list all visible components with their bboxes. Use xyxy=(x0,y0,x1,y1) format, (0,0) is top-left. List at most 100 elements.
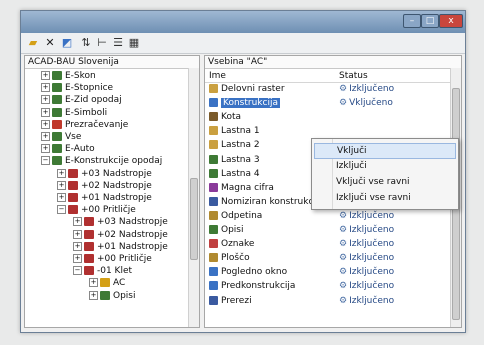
expand-toggle[interactable]: + xyxy=(73,254,82,263)
tree-scrollbar[interactable] xyxy=(188,68,199,327)
expand-toggle[interactable]: + xyxy=(41,83,50,93)
expand-toggle[interactable]: + xyxy=(89,278,98,288)
list-row[interactable]: Pogledno okno ⚙ Izključeno xyxy=(205,266,451,278)
list-row[interactable]: Opisi ⚙ Izključeno xyxy=(205,224,451,236)
folder-icon[interactable]: ▰ xyxy=(26,36,40,50)
sort-icon[interactable]: ⇅ xyxy=(79,36,93,50)
list-row[interactable]: Konstrukcija ⚙ Vključeno xyxy=(205,97,451,109)
status-gear-icon: ⚙ xyxy=(339,295,348,306)
tree-item[interactable]: + +02 Nadstropje xyxy=(57,180,152,192)
list-row[interactable]: Lastna 1 xyxy=(205,125,451,137)
layer-status[interactable]: ⚙Izključeno xyxy=(339,210,394,222)
properties-icon[interactable]: ◩ xyxy=(60,36,74,50)
tree-item-label: +02 Nadstropje xyxy=(97,229,168,240)
expand-toggle[interactable]: + xyxy=(57,168,66,178)
expand-toggle[interactable]: + xyxy=(41,95,50,105)
expand-toggle[interactable]: + xyxy=(73,217,82,227)
layer-group-icon xyxy=(84,241,94,251)
expand-toggle[interactable]: + xyxy=(57,180,66,190)
tree-item[interactable]: + Opisi xyxy=(89,290,136,302)
expand-toggle[interactable]: + xyxy=(73,241,82,251)
tree-item[interactable]: + +01 Nadstropje xyxy=(57,192,152,204)
tree-item[interactable]: − -01 Klet xyxy=(73,265,132,277)
tree-item[interactable]: + E-Skon xyxy=(41,70,96,82)
close-button[interactable]: x xyxy=(439,14,463,28)
column-name[interactable]: Ime xyxy=(209,70,226,82)
tree-item[interactable]: + AC xyxy=(89,277,125,289)
list-row[interactable]: Predkonstrukcija ⚙ Izključeno xyxy=(205,280,451,292)
tree-item[interactable]: + +00 Pritličje xyxy=(73,253,152,265)
layer-icon xyxy=(209,140,218,150)
tree-item[interactable]: + Vse xyxy=(41,131,81,143)
expand-toggle[interactable]: + xyxy=(89,290,98,300)
layer-status[interactable]: ⚙Izključeno xyxy=(339,266,394,278)
tree-item[interactable]: + +01 Nadstropje xyxy=(73,241,168,253)
tree-item-label: E-Skon xyxy=(65,71,96,81)
list-row[interactable]: Oznake ⚙ Izključeno xyxy=(205,238,451,250)
list-row[interactable]: Ploščo ⚙ Izključeno xyxy=(205,252,451,264)
context-menu-item[interactable]: Izključi xyxy=(336,159,367,173)
layer-icon xyxy=(209,112,218,122)
tree-item[interactable]: − E-Konstrukcije opodaj xyxy=(41,155,162,167)
tree-item-label: E-Simboli xyxy=(65,107,108,118)
expand-toggle[interactable]: + xyxy=(41,119,50,129)
layer-status[interactable]: ⚙Izključeno xyxy=(339,295,394,307)
tree-item[interactable]: + E-Zid opodaj xyxy=(41,94,122,106)
column-status[interactable]: Status xyxy=(339,70,368,82)
status-text: Izključeno xyxy=(349,267,395,278)
title-bar[interactable]: – □ x xyxy=(21,11,465,33)
expand-toggle[interactable]: + xyxy=(41,107,50,117)
layer-status[interactable]: ⚙ Vključeno xyxy=(339,97,393,109)
tree-item[interactable]: + E-Stopnice xyxy=(41,82,113,94)
expand-toggle[interactable]: − xyxy=(41,156,50,166)
delete-icon[interactable]: ✕ xyxy=(43,36,57,50)
tree-item[interactable]: + E-Auto xyxy=(41,143,95,155)
tree-item[interactable]: + +03 Nadstropje xyxy=(57,168,152,180)
layer-status[interactable]: ⚙Izključeno xyxy=(339,224,394,236)
expand-toggle[interactable]: + xyxy=(41,132,50,141)
status-gear-icon: ⚙ xyxy=(339,98,348,109)
list-row[interactable]: Delovni raster ⚙ Izključeno xyxy=(205,83,451,95)
layer-status[interactable]: ⚙Izključeno xyxy=(339,238,394,250)
layer-name-text: Delovni raster xyxy=(221,84,285,94)
context-menu-item[interactable]: Vključi xyxy=(314,143,456,159)
layer-status[interactable]: ⚙Izključeno xyxy=(339,252,394,264)
tree-item[interactable]: + Prezračevanje xyxy=(41,119,128,131)
tree-item-label: +03 Nadstropje xyxy=(97,217,168,228)
tree-view-icon[interactable]: ⊢ xyxy=(95,36,109,50)
expand-toggle[interactable]: + xyxy=(41,71,50,80)
list-view-icon[interactable]: ☰ xyxy=(111,36,125,50)
layer-status[interactable]: ⚙Izključeno xyxy=(339,280,394,292)
tree-item-label: +00 Pritličje xyxy=(81,205,136,216)
tree-scroll-thumb[interactable] xyxy=(190,178,198,260)
expand-toggle[interactable]: + xyxy=(57,193,66,202)
context-menu-item[interactable]: Vključi vse ravni xyxy=(336,175,410,189)
layer-group-icon xyxy=(52,107,62,117)
context-menu-item[interactable]: Izključi vse ravni xyxy=(336,191,411,205)
list-row[interactable]: Prerezi ⚙ Izključeno xyxy=(205,295,451,307)
maximize-button[interactable]: □ xyxy=(421,14,439,28)
minimize-button[interactable]: – xyxy=(403,14,421,28)
layer-name: Lastna 2 xyxy=(209,139,260,151)
layer-group-icon xyxy=(68,193,78,202)
tree-item[interactable]: + E-Simboli xyxy=(41,107,107,119)
tree-item[interactable]: + +03 Nadstropje xyxy=(73,216,168,228)
list-row[interactable]: Odpetina ⚙ Izključeno xyxy=(205,210,451,222)
expand-toggle[interactable]: − xyxy=(57,205,66,215)
layer-name: Lastna 1 xyxy=(209,125,260,137)
layer-status[interactable]: ⚙Izključeno xyxy=(339,83,394,95)
expand-toggle[interactable]: + xyxy=(73,229,82,239)
tree-item[interactable]: − +00 Pritličje xyxy=(57,204,136,216)
list-row[interactable]: Kota xyxy=(205,111,451,123)
tree-item[interactable]: + +02 Nadstropje xyxy=(73,229,168,241)
tree-item-label: E-Konstrukcije opodaj xyxy=(65,156,163,167)
context-menu: Vključi Izključi Vključi vse ravni Izključi… xyxy=(311,138,459,210)
expand-toggle[interactable]: + xyxy=(41,144,50,154)
layer-name: Odpetina xyxy=(209,210,262,222)
details-view-icon[interactable]: ▦ xyxy=(127,36,141,50)
content-pane-header: Vsebina "AC" xyxy=(205,56,461,69)
tree-item-label: +03 Nadstropje xyxy=(81,168,152,179)
layer-name-text: Prerezi xyxy=(221,295,252,306)
expand-toggle[interactable]: − xyxy=(73,266,82,276)
status-text: Izključeno xyxy=(349,210,395,221)
